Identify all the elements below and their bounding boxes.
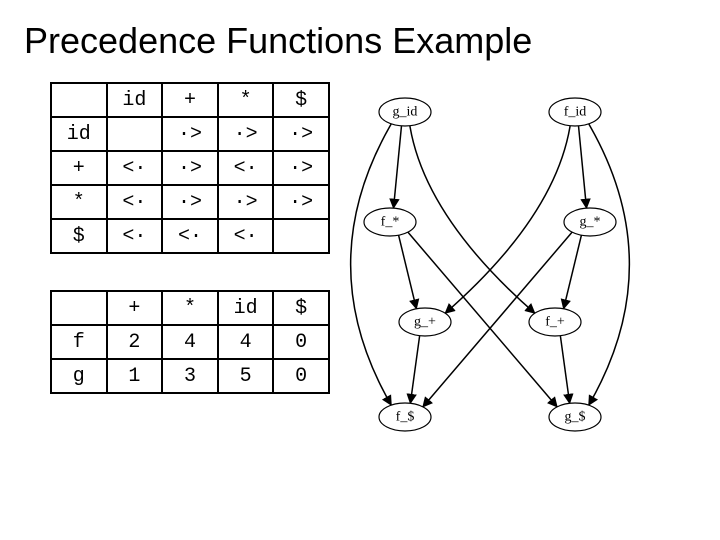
col-header: * [218,83,274,117]
graph-edge [579,126,587,208]
row-header: f [51,325,107,359]
graph-edge [560,336,569,404]
table-cell: 1 [107,359,163,393]
precedence-table: id+*$id·>·>·>+<··><··>*<··>·>·>$<·<·<· [50,82,330,254]
functions-table: +*id$f2440g1350 [50,290,330,394]
table-cell: ·> [162,185,218,219]
row-header: $ [51,219,107,253]
graph-node-label: f_* [381,215,400,230]
table-cell: 0 [273,359,329,393]
content-area: id+*$id·>·>·>+<··><··>*<··>·>·>$<·<·<· +… [0,62,720,462]
row-header: g [51,359,107,393]
table-cell [273,219,329,253]
table-cell: ·> [162,117,218,151]
table-cell: <· [107,219,163,253]
table-cell: ·> [218,117,274,151]
table-cell: 2 [107,325,163,359]
graph-edge [410,336,419,404]
graph-node-label: g_$ [565,410,586,425]
graph-node-label: g_id [393,105,418,120]
col-header: + [107,291,163,325]
col-header: $ [273,83,329,117]
graph-edge [589,124,630,405]
tables-column: id+*$id·>·>·>+<··><··>*<··>·>·>$<·<·<· +… [50,82,330,462]
table-cell: 3 [162,359,218,393]
row-header: + [51,151,107,185]
graph-edge [410,126,535,313]
graph-node-label: f_$ [396,410,415,425]
col-header: id [107,83,163,117]
graph-edge [399,235,417,309]
row-header: id [51,117,107,151]
col-header: id [218,291,274,325]
table-cell: ·> [273,185,329,219]
graph-edge [564,235,582,309]
table-cell: 4 [162,325,218,359]
table-cell [107,117,163,151]
table-cell: 0 [273,325,329,359]
table-cell: 5 [218,359,274,393]
graph-node-label: f_id [564,105,587,120]
table-cell: <· [218,151,274,185]
col-header: * [162,291,218,325]
graph-column: g_id f_id f_* g_* g_+ f_+ f_$ g_$ [330,82,690,462]
graph-node-label: g_+ [414,315,436,330]
table-corner [51,83,107,117]
table-cell: ·> [218,185,274,219]
row-header: * [51,185,107,219]
table-cell: ·> [273,151,329,185]
table-corner [51,291,107,325]
graph-node-label: f_+ [545,315,565,330]
precedence-graph: g_id f_id f_* g_* g_+ f_+ f_$ g_$ [330,82,690,462]
table-cell: <· [218,219,274,253]
page-title: Precedence Functions Example [0,0,720,62]
graph-edge [394,126,402,208]
table-cell: ·> [273,117,329,151]
col-header: $ [273,291,329,325]
table-cell: 4 [218,325,274,359]
table-cell: ·> [162,151,218,185]
table-cell: <· [107,151,163,185]
graph-node-label: g_* [580,215,601,230]
table-cell: <· [107,185,163,219]
graph-edge [351,124,392,405]
table-cell: <· [162,219,218,253]
col-header: + [162,83,218,117]
graph-edge [445,126,570,313]
